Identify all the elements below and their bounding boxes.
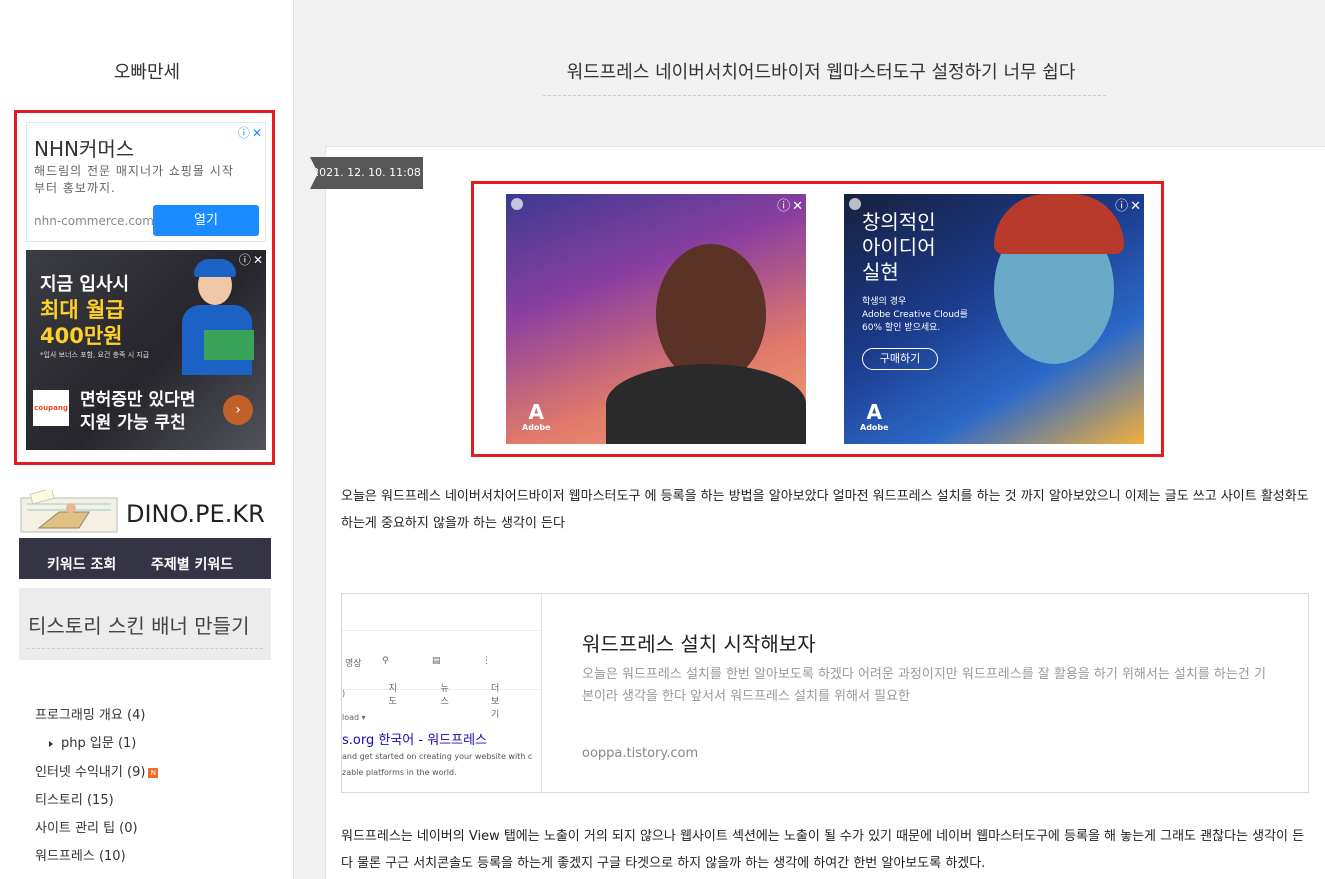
ad-info-icon[interactable]: ⓘ bbox=[777, 199, 790, 214]
cap-image bbox=[994, 194, 1124, 254]
link-card-title[interactable]: 워드프레스 설치 시작해보자 bbox=[582, 628, 816, 657]
thumbnail-text: and get started on creating your website… bbox=[342, 752, 533, 761]
coupang-logo: coupang bbox=[33, 390, 69, 426]
ad-description: 해드림의 전문 매지너가 쇼핑몰 시작부터 홍보까지. bbox=[34, 164, 234, 195]
ad-title[interactable]: NHN커머스 bbox=[34, 133, 134, 162]
ad-close-icon[interactable]: ✕ bbox=[792, 199, 803, 214]
category-item[interactable]: 워드프레스 (10) bbox=[35, 845, 126, 864]
ad-domain: nhn-commerce.com bbox=[34, 214, 154, 228]
dino-banner[interactable]: DINO.PE.KR bbox=[19, 488, 271, 538]
adobe-subtext: 학생의 경우 Adobe Creative Cloud를 60% 할인 받으세요… bbox=[862, 297, 968, 333]
category-item[interactable]: php 입문 (1) bbox=[49, 732, 136, 751]
category-label: 인터넷 수익내기 bbox=[35, 765, 123, 780]
ad-footnote: *입사 보너스 포함, 요건 충족 시 지급 bbox=[40, 351, 150, 359]
blog-title[interactable]: 오빠만세 bbox=[0, 58, 294, 84]
divider bbox=[27, 648, 263, 649]
ad-bottom-line-2: 지원 가능 쿠친 bbox=[80, 413, 186, 433]
category-label: 프로그래밍 개요 bbox=[35, 708, 123, 723]
category-count: (1) bbox=[117, 736, 137, 751]
face-image bbox=[656, 244, 766, 384]
thumbnail-link: s.org 한국어 - 워드프레스 bbox=[342, 733, 487, 748]
sidebar-ad-highlight: ⓘ ✕ NHN커머스 해드림의 전문 매지너가 쇼핑몰 시작부터 홍보까지. nh… bbox=[14, 110, 275, 465]
more-icon: ⋮ 더보기 bbox=[482, 656, 500, 720]
thumbnail-text: ) bbox=[342, 689, 346, 698]
adobe-logo: A Adobe bbox=[522, 400, 551, 432]
body-image bbox=[606, 364, 806, 444]
link-card-desc: 오늘은 워드프레스 설치를 한번 알아보도록 하겠다 어려운 과정이지만 워드프… bbox=[582, 667, 1266, 704]
adobe-logo: A Adobe bbox=[860, 400, 889, 432]
ad-close-icon[interactable]: ✕ bbox=[1130, 199, 1141, 214]
category-label: 티스토리 bbox=[35, 793, 83, 808]
ad-info-icon[interactable]: ⓘ bbox=[238, 126, 250, 140]
ad-choices[interactable]: ⓘ ✕ bbox=[775, 195, 803, 214]
ad-open-button[interactable]: 열기 bbox=[153, 205, 259, 236]
category-item[interactable]: 티스토리 (15) bbox=[35, 789, 114, 808]
dino-nav: 키워드 조회 주제별 키워드 bbox=[19, 538, 271, 579]
coupang-ad[interactable]: ⓘ ✕ 지금 입사시 최대 월급 400만원 *입사 보너스 포함, 요건 충족 … bbox=[26, 250, 266, 450]
nav-topic-keyword[interactable]: 주제별 키워드 bbox=[151, 554, 233, 574]
post-title[interactable]: 워드프레스 네이버서치어드바이저 웹마스터도구 설정하기 너무 쉽다 bbox=[296, 58, 1325, 84]
ad-bottom-line-1: 면허증만 있다면 bbox=[80, 390, 196, 410]
divider bbox=[543, 95, 1106, 96]
new-badge-icon: N bbox=[148, 767, 159, 778]
thumbnail-text: zable platforms in the world. bbox=[342, 768, 457, 777]
beach-chair-icon bbox=[20, 490, 118, 533]
tistory-banner-text: 티스토리 스킨 배너 만들기 bbox=[28, 614, 250, 638]
category-count: (0) bbox=[119, 821, 138, 836]
adobe-headline: 창의적인 아이디어 실현 bbox=[862, 210, 936, 284]
news-icon: ▤ 뉴스 bbox=[432, 656, 449, 707]
ad-line-3: 400만원 bbox=[40, 324, 123, 348]
category-item[interactable]: 프로그래밍 개요 (4) bbox=[35, 704, 145, 723]
post-paragraph: 워드프레스는 네이버의 View 탭에는 노출이 거의 되지 않으나 웹사이트 … bbox=[341, 829, 1305, 871]
link-thumbnail: 영상 ⚲ 지도 ▤ 뉴스 ⋮ 더보기 ) load ▾ s.org 한국어 - … bbox=[342, 594, 542, 792]
category-item[interactable]: 사이트 관리 팁 (0) bbox=[35, 817, 138, 836]
ad-choices[interactable]: ⓘ ✕ bbox=[236, 124, 262, 141]
ad-line-1: 지금 입사시 bbox=[40, 274, 130, 295]
thumbnail-text: load ▾ bbox=[342, 713, 366, 722]
link-card-url[interactable]: ooppa.tistory.com bbox=[582, 746, 698, 761]
nav-keyword-lookup[interactable]: 키워드 조회 bbox=[47, 554, 116, 574]
shield-icon bbox=[511, 198, 523, 210]
post-paragraph: 오늘은 워드프레스 네이버서치어드바이저 웹마스터도구 에 등록을 하는 방법을… bbox=[341, 489, 1309, 531]
category-count: (4) bbox=[127, 708, 146, 723]
shield-icon bbox=[849, 198, 861, 210]
category-item[interactable]: 인터넷 수익내기 (9) N bbox=[35, 761, 159, 780]
chevron-right-icon[interactable]: › bbox=[223, 395, 253, 425]
category-count: (9) bbox=[127, 765, 146, 780]
adobe-ad-left[interactable]: ⓘ ✕ A Adobe bbox=[506, 194, 806, 444]
ad-choices[interactable]: ⓘ ✕ bbox=[1113, 195, 1141, 214]
package-image bbox=[204, 330, 254, 360]
category-label: 워드프레스 bbox=[35, 849, 95, 864]
buy-button[interactable]: 구매하기 bbox=[862, 348, 938, 370]
category-label: 사이트 관리 팁 bbox=[35, 821, 116, 836]
post-date: 2021. 12. 10. 11:08 bbox=[310, 157, 423, 189]
ad-close-icon[interactable]: ✕ bbox=[252, 126, 262, 140]
category-count: (10) bbox=[98, 849, 126, 864]
content-ad-highlight: ⓘ ✕ A Adobe ⓘ ✕ 창의적인 아이디어 실현 학생의 경우 Adobe C… bbox=[471, 181, 1164, 457]
adobe-ad-right[interactable]: ⓘ ✕ 창의적인 아이디어 실현 학생의 경우 Adobe Creative Cl… bbox=[844, 194, 1144, 444]
sidebar: 오빠만세 ⓘ ✕ NHN커머스 해드림의 전문 매지너가 쇼핑몰 시작부터 홍보까… bbox=[0, 0, 294, 879]
dino-site-name: DINO.PE.KR bbox=[126, 500, 265, 528]
category-count: (15) bbox=[86, 793, 114, 808]
category-label: php 입문 bbox=[61, 736, 114, 751]
tistory-skin-banner[interactable]: 티스토리 스킨 배너 만들기 bbox=[19, 588, 271, 660]
nhn-commerce-ad[interactable]: ⓘ ✕ NHN커머스 해드림의 전문 매지너가 쇼핑몰 시작부터 홍보까지. nh… bbox=[26, 122, 266, 242]
pin-icon: ⚲ 지도 bbox=[382, 656, 397, 707]
link-card[interactable]: 영상 ⚲ 지도 ▤ 뉴스 ⋮ 더보기 ) load ▾ s.org 한국어 - … bbox=[341, 593, 1309, 793]
ad-info-icon[interactable]: ⓘ bbox=[1115, 199, 1128, 214]
triangle-right-icon bbox=[49, 740, 53, 747]
thumbnail-tabs: 영상 ⚲ 지도 ▤ 뉴스 ⋮ 더보기 bbox=[342, 630, 541, 720]
